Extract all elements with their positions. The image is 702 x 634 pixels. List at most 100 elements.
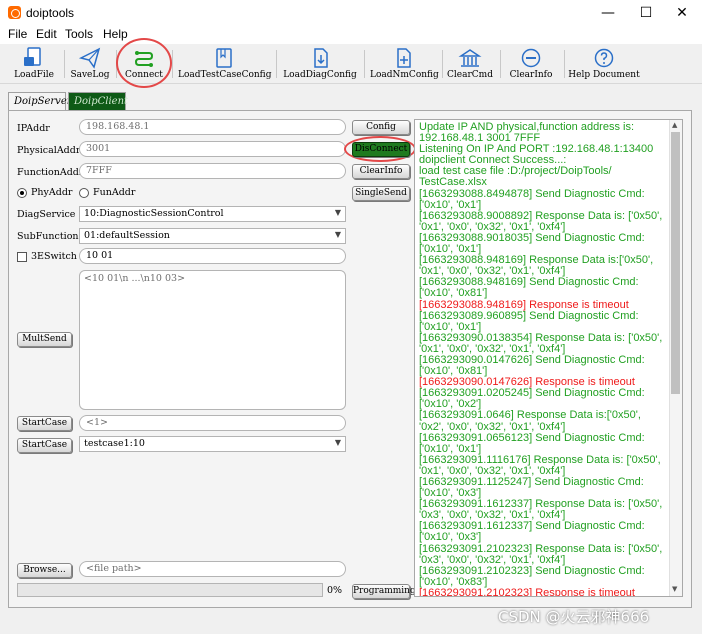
load-testcase-config-label: LoadTestCaseConfig (178, 70, 272, 80)
clear-cmd-button[interactable]: ClearCmd (446, 44, 494, 84)
save-log-button[interactable]: SaveLog (68, 44, 112, 84)
log-line: [1663293088.948169] Response is timeout (419, 298, 629, 311)
file-path-input[interactable]: <file path> (79, 561, 346, 577)
start-case-input[interactable]: <1> (79, 415, 346, 431)
3e-switch-checkbox[interactable] (17, 252, 27, 262)
connect-label: Connect (125, 70, 163, 80)
testcase-select[interactable]: testcase1:10 ▼ (79, 436, 346, 452)
testcase-value: testcase1:10 (84, 438, 145, 449)
physical-addr-label: PhysicalAddr (17, 145, 81, 156)
menu-help[interactable]: Help (103, 27, 128, 41)
log-line: [1663293088.8494878] Send Diagnostic Cmd… (419, 187, 648, 211)
load-diag-config-label: LoadDiagConfig (283, 70, 357, 80)
close-button[interactable]: ✕ (662, 0, 702, 26)
scroll-up-icon[interactable]: ▲ (672, 121, 677, 129)
ipaddr-input[interactable]: 198.168.48.1 (79, 119, 346, 135)
fun-addr-radio[interactable] (79, 188, 89, 198)
log-line: [1663293091.2102323] Response Data is: [… (419, 542, 666, 566)
log-scrollbar-thumb[interactable] (671, 132, 680, 394)
load-testcase-config-button[interactable]: LoadTestCaseConfig (178, 44, 272, 84)
log-line: [1663293091.1612337] Response Data is: [… (419, 498, 666, 522)
log-line: [1663293091.1116176] Response Data is: [… (419, 453, 664, 477)
log-line: [1663293090.0138354] Response Data is: [… (419, 331, 666, 355)
menu-tools[interactable]: Tools (65, 27, 93, 41)
download-file-icon (314, 48, 328, 68)
start-case-button-1[interactable]: StartCase (17, 416, 72, 431)
diag-service-label: DiagService (17, 209, 76, 220)
help-icon (594, 48, 614, 68)
log-line: [1663293088.9008892] Response Data is: [… (419, 209, 666, 233)
toolbar-separator (364, 50, 365, 78)
load-diag-config-button[interactable]: LoadDiagConfig (282, 44, 358, 84)
config-button[interactable]: Config (352, 120, 410, 135)
diag-service-select[interactable]: 10:DiagnosticSessionControl ▼ (79, 206, 346, 222)
subfunction-label: SubFunction (17, 231, 79, 242)
toolbar-separator (64, 50, 65, 78)
physical-addr-input[interactable]: 3001 (79, 141, 346, 157)
scroll-down-icon[interactable]: ▼ (672, 585, 677, 593)
minus-circle-icon (521, 48, 541, 68)
menu-bar: File Edit Tools Help (0, 26, 702, 44)
mult-send-button[interactable]: MultSend (17, 332, 72, 347)
load-file-button[interactable]: LoadFile (10, 44, 58, 84)
log-line: [1663293091.2102323] Send Diagnostic Cmd… (419, 564, 648, 588)
log-line: [1663293091.1612337] Send Diagnostic Cmd… (419, 520, 648, 544)
progress-bar (17, 583, 323, 597)
log-line: [1663293091.0656123] Send Diagnostic Cmd… (419, 431, 648, 455)
menu-edit[interactable]: Edit (36, 27, 57, 41)
toolbar-separator (172, 50, 173, 78)
log-line: load test case file :D:/project/DoipTool… (419, 165, 615, 189)
watermark: CSDN @火云邪神666 (498, 608, 650, 626)
clear-info-button[interactable]: ClearInfo (504, 44, 558, 84)
ipaddr-label: IPAddr (17, 123, 50, 134)
fun-addr-label: FunAddr (93, 187, 136, 198)
single-send-button[interactable]: SingleSend (352, 186, 410, 201)
start-case-button-2[interactable]: StartCase (17, 438, 72, 453)
menu-file[interactable]: File (8, 27, 27, 41)
clear-info-side-button[interactable]: ClearInfo (352, 164, 410, 179)
log-line: [1663293091.0205245] Send Diagnostic Cmd… (419, 387, 648, 411)
connect-button[interactable]: Connect (122, 44, 166, 84)
connect-icon (134, 51, 154, 67)
load-nm-config-label: LoadNmConfig (370, 70, 439, 80)
function-addr-label: FunctionAddr (17, 167, 84, 178)
log-line: [1663293088.948169] Send Diagnostic Cmd:… (419, 276, 642, 300)
progress-percent: 0% (327, 585, 343, 596)
tab-doip-server[interactable]: DoipServer (8, 92, 72, 110)
toolbar-separator (500, 50, 501, 78)
log-lines: Update IP AND physical,function address … (419, 121, 667, 597)
log-line: [1663293090.0147626] Send Diagnostic Cmd… (419, 353, 648, 378)
log-line: [1663293091.2102323] Response is timeout (419, 586, 635, 597)
chevron-down-icon: ▼ (334, 208, 341, 217)
programming-button[interactable]: Programming (352, 584, 416, 599)
book-icon (216, 48, 232, 68)
log-line: Update IP AND physical,function address … (419, 121, 638, 145)
load-file-icon (24, 47, 41, 66)
subfunction-value: 01:defaultSession (84, 230, 170, 241)
toolbar-separator (564, 50, 565, 78)
phy-addr-radio[interactable] (17, 188, 27, 198)
load-file-label: LoadFile (14, 70, 54, 80)
function-addr-input[interactable]: 7FFF (79, 163, 346, 179)
help-document-button[interactable]: Help Document (568, 44, 640, 84)
3e-switch-input[interactable]: 10 01 (79, 248, 346, 264)
window-title: doiptools (26, 6, 75, 20)
tab-doip-client[interactable]: DoipClient (68, 92, 128, 110)
disconnect-button[interactable]: DisConnect (352, 142, 410, 157)
log-line: [1663293089.960895] Send Diagnostic Cmd:… (419, 309, 642, 333)
app-icon (8, 6, 21, 19)
log-line: [1663293088.948169] Response Data is:['0… (419, 254, 657, 278)
multi-cmd-textarea[interactable]: <10 01\n ...\n10 03> (79, 270, 346, 410)
send-icon (78, 47, 101, 69)
toolbar-separator (442, 50, 443, 78)
log-line: [1663293091.1125247] Send Diagnostic Cmd… (419, 476, 647, 500)
toolbar-separator (276, 50, 277, 78)
phy-addr-label: PhyAddr (31, 187, 73, 198)
log-output: Update IP AND physical,function address … (414, 119, 683, 597)
toolbar: LoadFile SaveLog Connect LoadTestCaseCon… (0, 38, 702, 88)
subfunction-select[interactable]: 01:defaultSession ▼ (79, 228, 346, 244)
building-icon (458, 49, 482, 67)
clear-info-label: ClearInfo (509, 70, 553, 80)
browse-button[interactable]: Browse... (17, 563, 72, 578)
load-nm-config-button[interactable]: LoadNmConfig (370, 44, 439, 84)
